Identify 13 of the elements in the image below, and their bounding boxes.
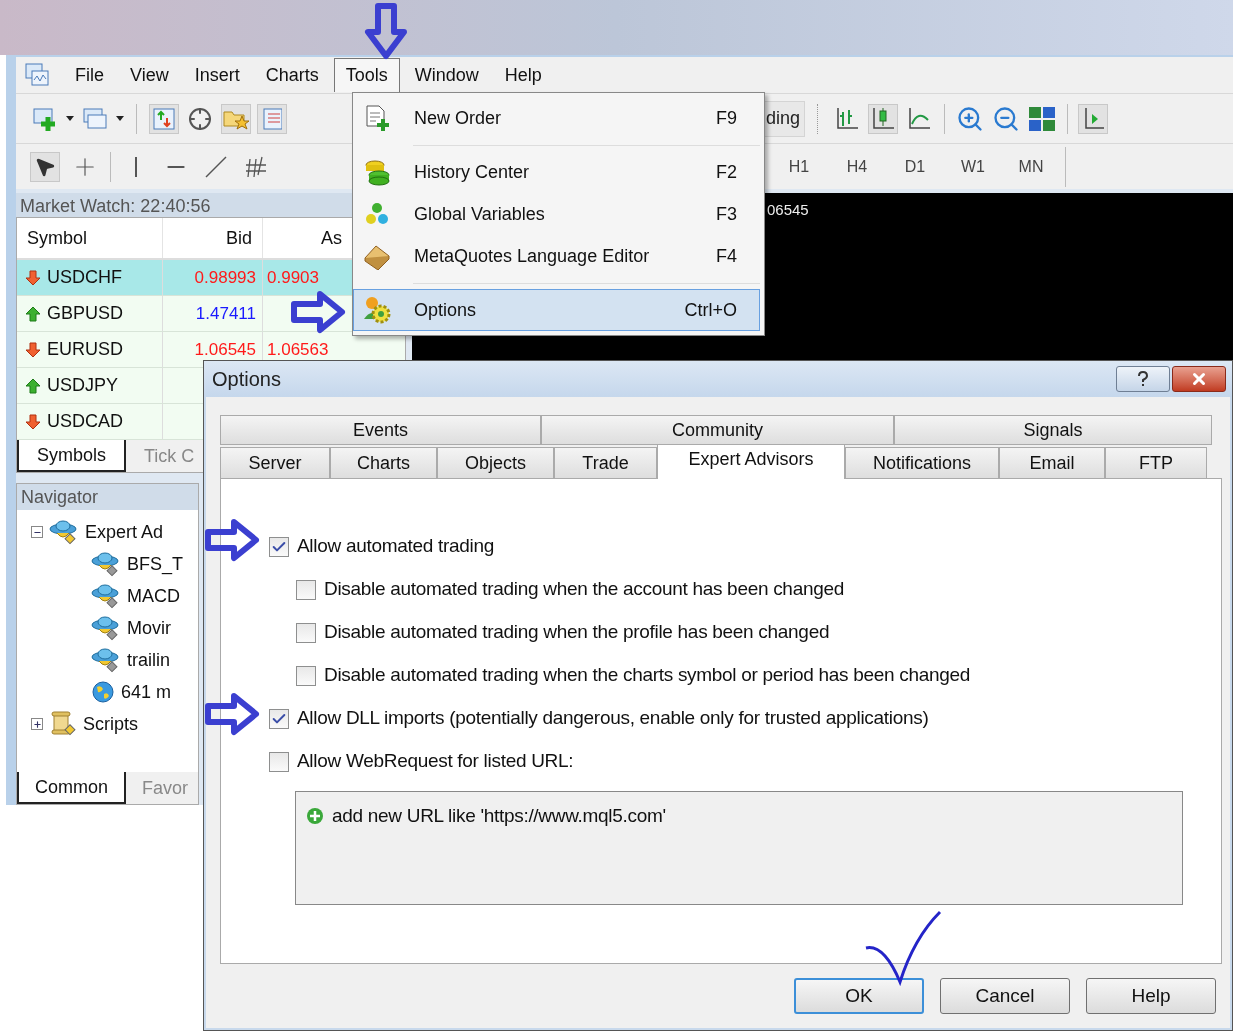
symbol-text: GBPUSD [47, 302, 124, 325]
bid-price: 1.47411 [195, 302, 256, 325]
panel-title: Navigator [17, 484, 198, 510]
bid-price: 0.98993 [194, 266, 256, 289]
window-title: Options [212, 367, 282, 392]
symbol-text: USDJPY [47, 374, 118, 397]
ask-price: 0.9903 [267, 266, 319, 289]
bid-price: 1.06545 [194, 338, 256, 361]
symbol-text: USDCAD [47, 410, 123, 433]
price-text: 06545 [767, 200, 810, 220]
ask-price: 1.06563 [267, 338, 329, 361]
symbol-text: USDCHF [47, 266, 122, 289]
symbol-text: EURUSD [47, 338, 123, 361]
